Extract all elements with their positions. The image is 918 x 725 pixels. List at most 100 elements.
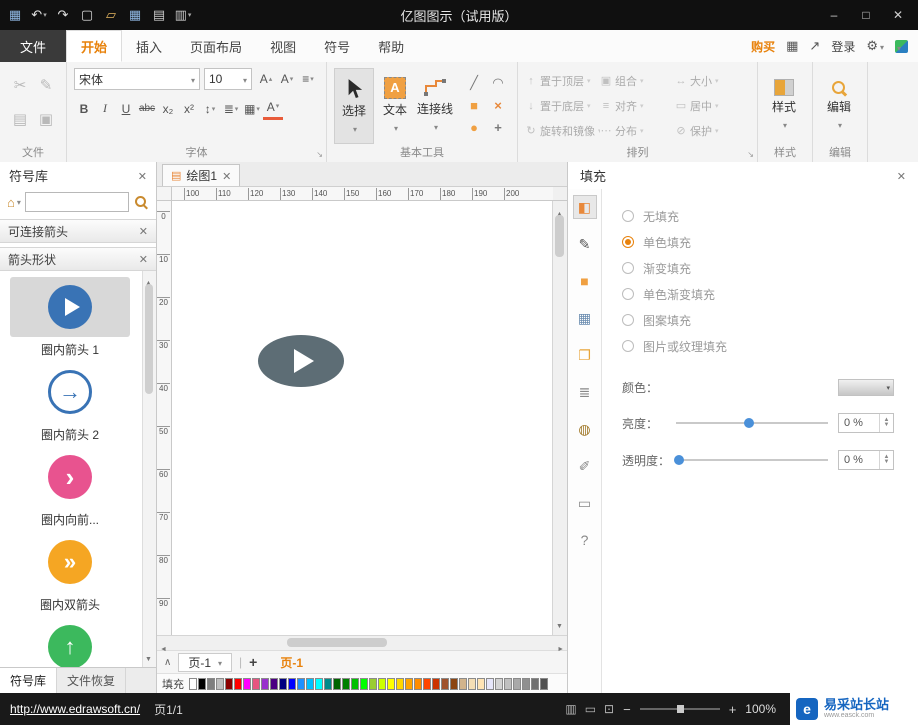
tab-symbol-library[interactable]: 符号库 <box>0 668 58 693</box>
buy-button[interactable]: 购买 <box>751 38 775 55</box>
scroll-right-icon[interactable] <box>557 638 564 656</box>
color-swatch[interactable] <box>477 677 485 690</box>
canvas-horizontal-scrollbar[interactable] <box>157 635 567 650</box>
color-swatch[interactable] <box>306 677 314 690</box>
bold-button[interactable]: B <box>74 99 94 119</box>
format-painter-icon[interactable]: ✎ <box>40 76 53 94</box>
normal-view-icon[interactable]: ▭ <box>585 702 596 716</box>
color-swatch[interactable] <box>522 677 530 690</box>
italic-button[interactable]: I <box>95 99 115 119</box>
color-swatch[interactable] <box>324 677 332 690</box>
line-spacing-button[interactable]: ↕ ▾ <box>200 99 220 119</box>
ribbon-tab-4[interactable]: 视图 <box>256 30 310 62</box>
arrange-button-4[interactable]: ▣ 组合 ▾ <box>600 73 675 89</box>
presentation-view-icon[interactable]: ⊡ <box>604 702 614 716</box>
page-tab[interactable]: 页-1 <box>178 652 233 672</box>
fill-option-3[interactable]: 渐变填充 <box>622 255 894 281</box>
color-swatch[interactable] <box>396 677 404 690</box>
toolbar-options-icon[interactable]: ▥ ▾ <box>172 4 194 26</box>
color-swatch[interactable] <box>270 677 278 690</box>
ribbon-tab-5[interactable]: 符号 <box>310 30 364 62</box>
spinner-arrows-icon[interactable]: ▲ ▼ <box>879 451 893 469</box>
color-swatch[interactable] <box>459 677 467 690</box>
dialog-launcher-icon[interactable]: ↘ <box>747 150 754 159</box>
line-shape-icon[interactable]: ╱ <box>462 72 486 94</box>
color-swatch[interactable] <box>486 677 494 690</box>
fit-window-icon[interactable]: ▥ <box>565 702 576 716</box>
collapse-icon[interactable]: ∧ <box>164 657 171 668</box>
slider-thumb[interactable] <box>743 418 754 428</box>
close-icon[interactable] <box>222 169 231 183</box>
color-swatch[interactable] <box>531 677 539 690</box>
arrange-button-5[interactable]: ≡ 对齐 ▾ <box>600 98 675 114</box>
color-swatch[interactable] <box>234 677 242 690</box>
color-swatch[interactable] <box>495 677 503 690</box>
save-as-icon[interactable]: ▦ <box>124 4 146 26</box>
comment-tool-icon[interactable]: ▭ <box>573 491 597 515</box>
save-icon[interactable]: ▦ <box>4 4 26 26</box>
color-swatch[interactable] <box>360 677 368 690</box>
symbol-item-3[interactable]: › 圈内向前... <box>4 447 136 527</box>
video-play-button[interactable] <box>258 335 344 387</box>
share-icon[interactable]: ↗ <box>809 38 820 54</box>
scroll-left-icon[interactable] <box>160 638 167 656</box>
symbol-search-input[interactable] <box>24 192 129 212</box>
color-swatch[interactable] <box>387 677 395 690</box>
scrollbar-thumb[interactable] <box>145 284 153 394</box>
color-swatch[interactable] <box>441 677 449 690</box>
symbol-item-2[interactable]: → 圈内箭头 2 <box>4 362 136 442</box>
color-swatch[interactable] <box>243 677 251 690</box>
zoom-in-button[interactable]: + <box>729 702 737 717</box>
arrange-button-6[interactable]: ⋯ 分布 ▾ <box>600 123 675 139</box>
zoom-out-button[interactable]: − <box>623 702 631 717</box>
print-icon[interactable]: ▤ <box>148 4 170 26</box>
library-home-icon[interactable]: ⌂ <box>7 195 21 210</box>
connector-tool-button[interactable]: 连接线 <box>416 68 454 142</box>
file-tab[interactable]: 文件 <box>0 30 67 62</box>
arrange-button-9[interactable]: ⊘ 保护 ▾ <box>675 123 750 139</box>
line-style-tool-icon[interactable]: ✎ <box>573 232 597 256</box>
fill-option-4[interactable]: 单色渐变填充 <box>622 281 894 307</box>
color-swatch[interactable] <box>432 677 440 690</box>
arrange-button-8[interactable]: ▭ 居中 ▾ <box>675 98 750 114</box>
color-swatch[interactable] <box>405 677 413 690</box>
strikethrough-button[interactable]: abc <box>137 99 157 119</box>
layers-tool-icon[interactable]: ❐ <box>573 343 597 367</box>
slider-thumb[interactable] <box>674 455 685 465</box>
fill-option-1[interactable]: 无填充 <box>622 203 894 229</box>
color-swatch[interactable] <box>252 677 260 690</box>
color-swatch[interactable] <box>315 677 323 690</box>
add-page-button[interactable]: + <box>249 654 257 670</box>
color-swatch[interactable] <box>450 677 458 690</box>
color-swatch[interactable] <box>468 677 476 690</box>
zoom-slider[interactable] <box>639 705 720 713</box>
login-button[interactable]: 登录 <box>831 38 855 55</box>
minimize-button[interactable]: – <box>818 3 850 27</box>
style-button[interactable]: 样式 <box>765 68 803 142</box>
color-swatch[interactable] <box>288 677 296 690</box>
ribbon-tab-2[interactable]: 插入 <box>122 30 176 62</box>
font-size-select[interactable]: 10 <box>204 68 252 90</box>
drawing-canvas[interactable] <box>172 201 552 635</box>
color-swatch[interactable] <box>504 677 512 690</box>
color-swatch[interactable] <box>279 677 287 690</box>
hyperlink-tool-icon[interactable]: ◍ <box>573 417 597 441</box>
website-link[interactable]: http://www.edrawsoft.cn/ <box>10 702 140 716</box>
fill-option-5[interactable]: 图案填充 <box>622 307 894 333</box>
paste-icon[interactable]: ▤ <box>13 110 27 128</box>
underline-button[interactable]: U <box>116 99 136 119</box>
color-swatch[interactable] <box>198 677 206 690</box>
color-swatch[interactable] <box>207 677 215 690</box>
open-folder-icon[interactable]: ▱ <box>100 4 122 26</box>
settings-gear-icon[interactable]: ⚙ <box>866 38 884 54</box>
cut-icon[interactable]: ✂ <box>14 76 27 94</box>
brightness-slider[interactable] <box>676 418 828 428</box>
color-swatch[interactable] <box>216 677 224 690</box>
color-swatch[interactable] <box>423 677 431 690</box>
document-tab[interactable]: ▤ 绘图1 <box>162 164 241 186</box>
arrange-button-7[interactable]: ↔ 大小 ▾ <box>675 73 750 89</box>
decrease-font-button[interactable]: A ▾ <box>277 69 297 89</box>
close-icon[interactable] <box>138 168 147 183</box>
close-icon[interactable] <box>139 252 148 266</box>
active-page-label[interactable]: 页-1 <box>280 654 303 671</box>
